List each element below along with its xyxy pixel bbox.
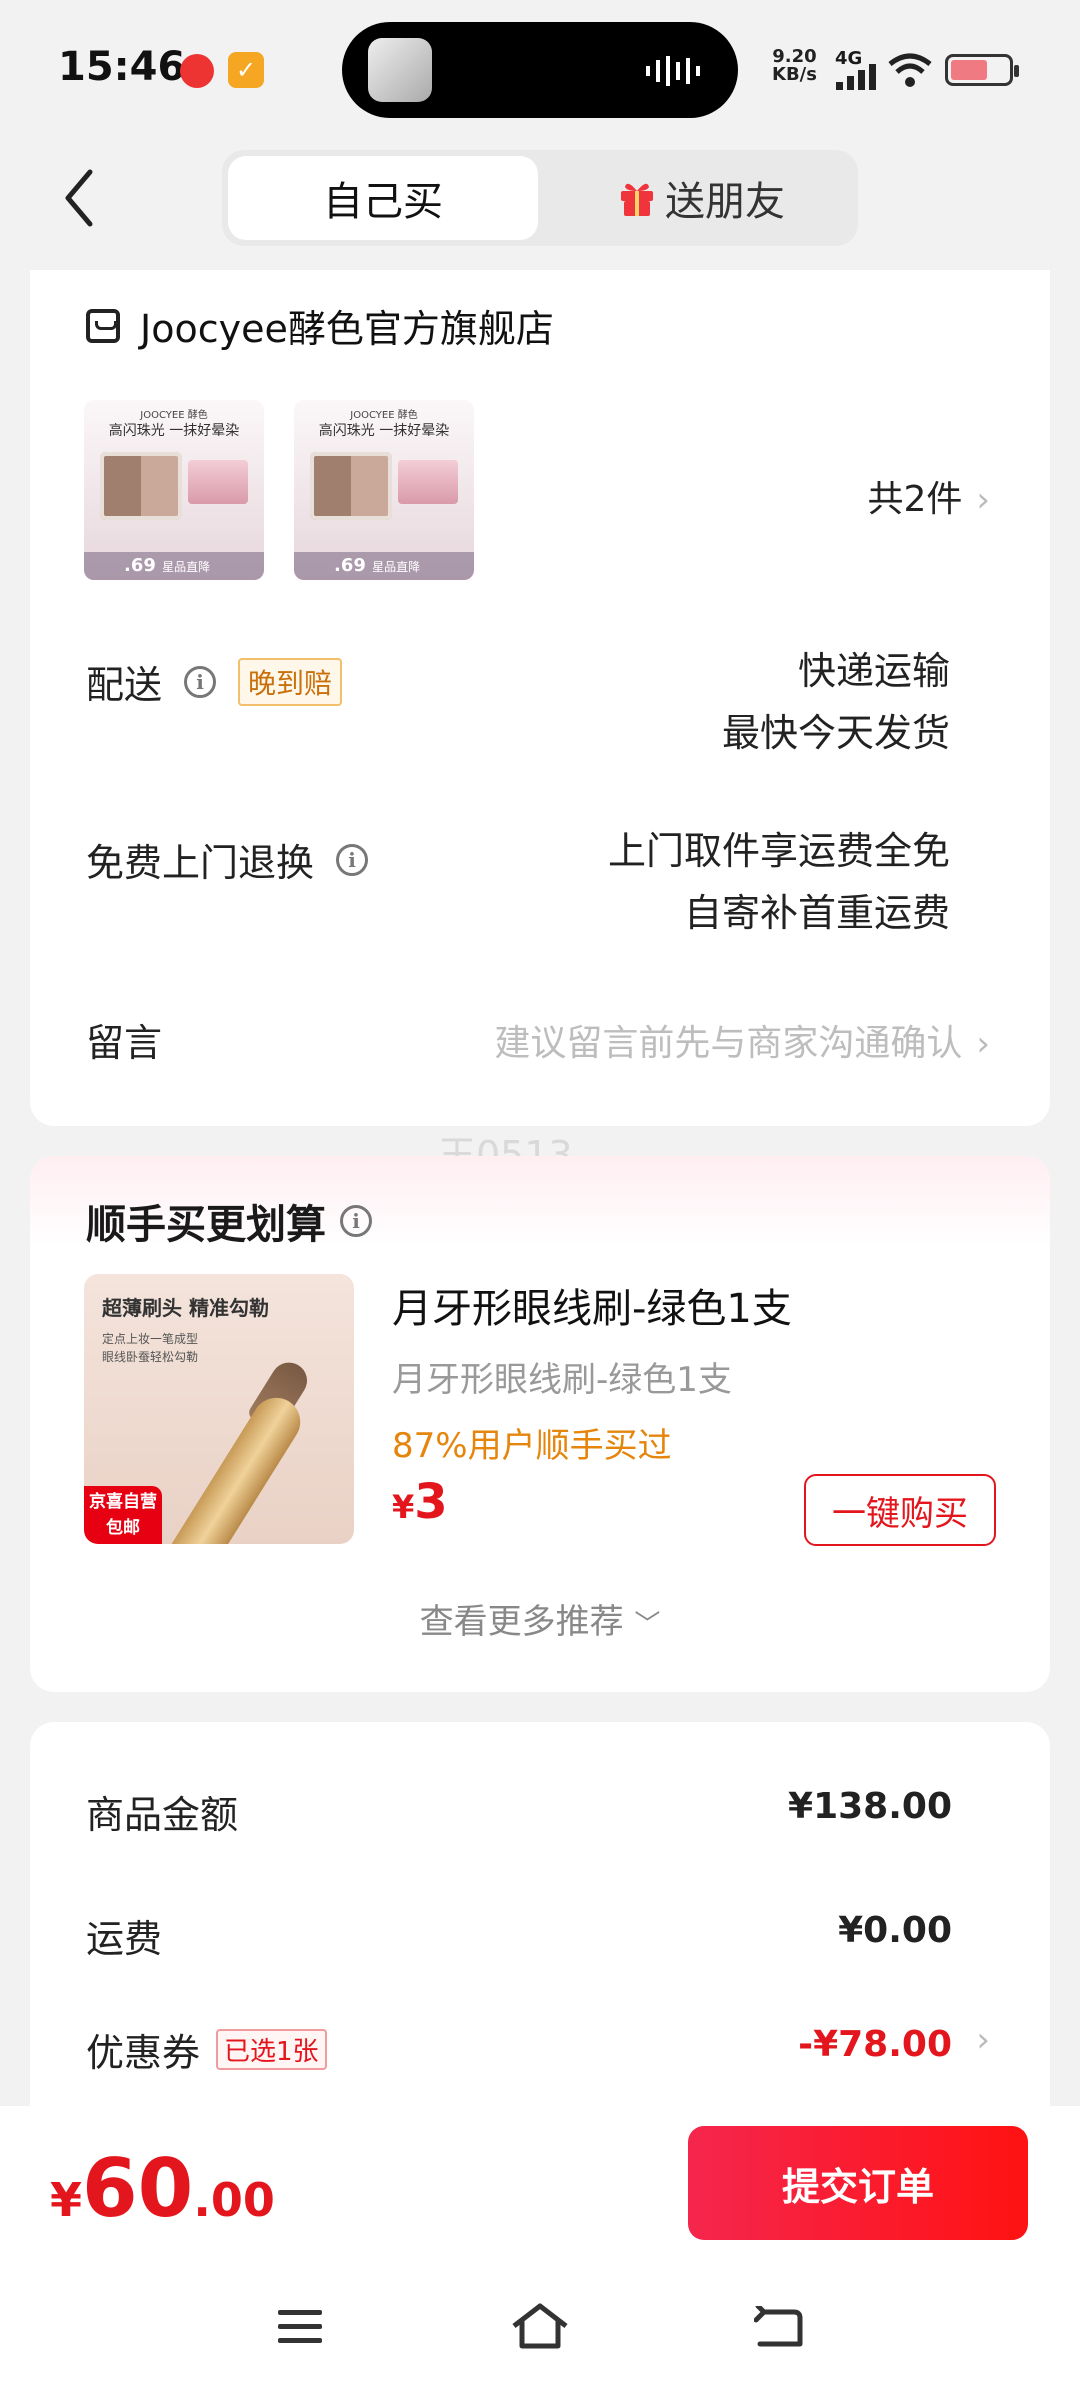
checkout-bar: ¥60.00 提交订单	[0, 2106, 1080, 2400]
return-info: 上门取件享运费全免 自寄补首重运费	[607, 829, 950, 935]
app-notification-icon: ✓	[228, 52, 264, 88]
message-input[interactable]: 建议留言前先与商家沟通确认 ›	[494, 1014, 990, 1066]
eyeshadow-palette-image	[310, 452, 392, 520]
delivery-info[interactable]: 快递运输 最快今天发货	[722, 640, 950, 764]
status-bar: 15:46 ✓ 9.20 KB/s 4G	[0, 0, 1080, 140]
shipping-fee-value: ¥0.00	[838, 1910, 952, 1951]
chevron-down-icon: ﹀	[634, 1610, 661, 1640]
coupon-discount-value: -¥78.00	[798, 2024, 952, 2065]
menu-icon[interactable]	[276, 2306, 324, 2346]
product-thumbnail[interactable]: JOOCYEE 酵色 高闪珠光 一抹好晕染 .69 星品直降	[294, 400, 474, 580]
addon-title: 顺手买更划算 i	[86, 1192, 372, 1250]
audio-wave-icon	[646, 56, 700, 86]
addon-product-spec: 月牙形眼线刷-绿色1支	[392, 1360, 732, 1400]
shop-header[interactable]: Joocyee酵色官方旗舰店	[86, 298, 554, 353]
tab-buy-for-self[interactable]: 自己买	[228, 156, 538, 240]
chevron-right-icon: ›	[976, 480, 990, 520]
goods-amount-value: ¥138.00	[788, 1786, 952, 1827]
shipping-fee-label: 运费	[86, 1917, 163, 1961]
addon-product-name[interactable]: 月牙形眼线刷-绿色1支	[392, 1276, 792, 1334]
message-label: 留言	[86, 1021, 163, 1065]
net-speed: 9.20 KB/s	[772, 46, 817, 85]
addon-product-image[interactable]: 超薄刷头 精准勾勒 定点上妆一笔成型 眼线卧蚕轻松勾勒 京喜自营 包邮	[84, 1274, 354, 1544]
total-price: ¥60.00	[50, 2142, 275, 2235]
goods-amount-label: 商品金额	[86, 1793, 239, 1837]
wifi-icon	[888, 53, 932, 87]
chevron-right-icon: ›	[976, 1024, 990, 1064]
one-click-buy-button[interactable]: 一键购买	[804, 1474, 996, 1546]
info-icon[interactable]: i	[336, 843, 369, 876]
eye-makeup-image	[398, 460, 458, 504]
addon-card: 顺手买更划算 i 超薄刷头 精准勾勒 定点上妆一笔成型 眼线卧蚕轻松勾勒 京喜自…	[30, 1156, 1050, 1692]
delivery-row: 配送 i 晚到赔	[86, 654, 343, 709]
eye-makeup-image	[188, 460, 248, 504]
eyeshadow-palette-image	[100, 452, 182, 520]
return-row: 免费上门退换 i	[86, 832, 369, 887]
weibo-notification-icon	[180, 54, 214, 88]
purchase-mode-switch: 自己买 送朋友	[222, 150, 858, 246]
music-app-icon	[368, 38, 432, 102]
status-time: 15:46	[58, 44, 186, 90]
back-nav-icon[interactable]	[754, 2306, 804, 2350]
info-icon[interactable]: i	[184, 665, 217, 698]
signal-icon	[836, 64, 876, 90]
order-card: Joocyee酵色官方旗舰店 JOOCYEE 酵色 高闪珠光 一抹好晕染 .69…	[30, 270, 1050, 1126]
addon-price: ¥3	[392, 1474, 448, 1530]
shop-icon	[86, 308, 120, 343]
coupon-row[interactable]: 优惠券 已选1张	[86, 2022, 327, 2077]
home-icon[interactable]	[510, 2302, 570, 2350]
submit-order-button[interactable]: 提交订单	[688, 2126, 1028, 2240]
item-count-link[interactable]: 共2件 ›	[867, 470, 990, 522]
free-shipping-badge: 京喜自营 包邮	[84, 1486, 162, 1544]
dynamic-island[interactable]	[342, 22, 738, 118]
chevron-right-icon[interactable]: ›	[976, 2020, 990, 2060]
gift-icon	[621, 183, 653, 216]
more-recommendations-link[interactable]: 查看更多推荐 ﹀	[30, 1594, 1050, 1643]
coupon-selected-badge: 已选1张	[216, 2029, 327, 2070]
price-summary-card: 商品金额 ¥138.00 运费 ¥0.00 优惠券 已选1张 -¥78.00 ›	[30, 1722, 1050, 2142]
info-icon[interactable]: i	[340, 1205, 372, 1237]
battery-icon	[945, 54, 1019, 86]
shop-name: Joocyee酵色官方旗舰店	[140, 307, 554, 351]
addon-purchase-rate: 87%用户顺手买过	[392, 1426, 672, 1466]
product-thumbnail[interactable]: JOOCYEE 酵色 高闪珠光 一抹好晕染 .69 星品直降	[84, 400, 264, 580]
tab-send-to-friend[interactable]: 送朋友	[552, 156, 852, 240]
late-compensation-badge: 晚到赔	[238, 657, 343, 706]
brush-handle-image	[146, 1388, 310, 1544]
back-arrow-icon[interactable]	[60, 168, 100, 228]
